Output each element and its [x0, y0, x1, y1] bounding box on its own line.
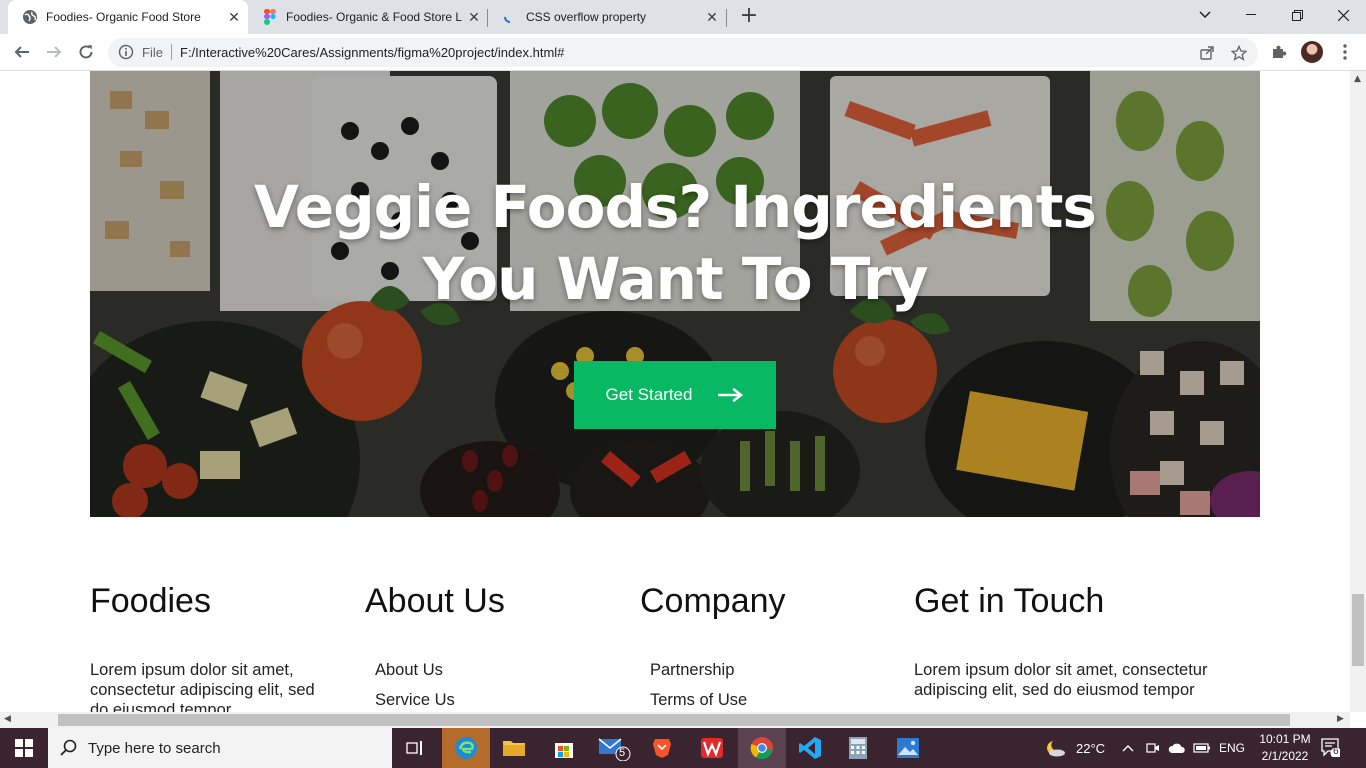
clock-date: 2/1/2022	[1261, 749, 1309, 763]
get-started-label: Get Started	[605, 385, 693, 404]
reload-button[interactable]	[73, 39, 99, 65]
footer-heading-company: Company	[640, 582, 786, 620]
wps-office-icon[interactable]	[688, 728, 736, 768]
taskbar-search-placeholder: Type here to search	[88, 739, 221, 757]
arrow-right-icon	[718, 388, 744, 402]
footer-heading-contact: Get in Touch	[914, 582, 1105, 620]
forward-button[interactable]	[41, 39, 67, 65]
meet-now-icon[interactable]	[1146, 728, 1160, 768]
footer-links-about: About Us Service Us	[375, 660, 455, 712]
microsoft-store-icon[interactable]	[540, 728, 588, 768]
windows-taskbar: Type here to search 5 22°C ENG 10:01 PM …	[0, 728, 1366, 768]
input-language[interactable]: ENG	[1219, 728, 1245, 768]
tab-foodies-organic-food-store[interactable]: Foodies- Organic Food Store ✕	[8, 0, 248, 34]
taskbar-search[interactable]: Type here to search	[48, 728, 392, 768]
page-viewport: Veggie Foods? Ingredients You Want To Tr…	[0, 71, 1350, 712]
omnibox-divider	[171, 44, 172, 60]
windows-logo-icon	[15, 739, 33, 757]
onedrive-cloud-icon[interactable]	[1168, 728, 1186, 768]
footer-col-contact: Get in Touch Lorem ipsum dolor sit amet,…	[914, 581, 1207, 699]
globe-icon	[22, 9, 38, 25]
footer-link-partnership[interactable]: Partnership	[650, 660, 747, 690]
extensions-puzzle-icon[interactable]	[1269, 42, 1289, 62]
close-tab-icon[interactable]: ✕	[704, 9, 720, 25]
weather-moon-cloud-icon	[1047, 741, 1065, 757]
vertical-scroll-thumb[interactable]	[1352, 594, 1364, 666]
vertical-scrollbar[interactable]: ▲	[1350, 71, 1366, 712]
search-icon	[60, 739, 77, 756]
footer: Foodies Lorem ipsum dolor sit amet, cons…	[90, 581, 1260, 712]
get-started-button[interactable]: Get Started	[574, 361, 776, 429]
restore-button[interactable]	[1274, 0, 1320, 30]
edge-browser-icon[interactable]	[442, 728, 490, 768]
footer-links-company: Partnership Terms of Use	[650, 660, 747, 712]
battery-icon[interactable]	[1193, 728, 1211, 768]
scroll-up-icon[interactable]: ▲	[1354, 74, 1361, 84]
show-hidden-icons-chevron[interactable]	[1122, 728, 1134, 768]
close-tab-icon[interactable]: ✕	[466, 9, 482, 25]
close-tab-icon[interactable]: ✕	[226, 9, 242, 25]
chrome-icon[interactable]	[738, 728, 786, 768]
weather-temperature: 22°C	[1076, 740, 1106, 756]
mail-icon[interactable]: 5	[590, 728, 638, 768]
scroll-right-icon[interactable]: ▶	[1337, 714, 1344, 724]
url-scheme-label: File	[142, 45, 163, 60]
footer-link-about-us[interactable]: About Us	[375, 660, 455, 690]
vscode-icon[interactable]	[786, 728, 834, 768]
scroll-left-icon[interactable]: ◀	[4, 714, 11, 724]
share-icon[interactable]	[1199, 45, 1215, 61]
start-button[interactable]	[0, 728, 48, 768]
address-bar[interactable]: File F:/Interactive%20Cares/Assignments/…	[108, 38, 1258, 67]
close-window-button[interactable]	[1320, 0, 1366, 30]
hero-title-line-1: Veggie Foods? Ingredients	[254, 173, 1097, 241]
horizontal-scrollbar[interactable]: ◀ ▶	[0, 712, 1350, 728]
tab-css-overflow-property[interactable]: CSS overflow property ✕	[488, 0, 726, 34]
photos-icon[interactable]	[884, 728, 932, 768]
tab-search-chevron-icon[interactable]	[1182, 0, 1228, 30]
tab-strip: Foodies- Organic Food Store ✕ Foodies- O…	[0, 0, 1366, 34]
mail-badge-count: 5	[619, 747, 626, 759]
bookmark-star-icon[interactable]	[1230, 44, 1248, 61]
tab-title: Foodies- Organic & Food Store L	[286, 10, 463, 24]
footer-text-foodies: Lorem ipsum dolor sit amet, consectetur …	[90, 661, 315, 712]
horizontal-scroll-thumb[interactable]	[58, 714, 1290, 726]
tab-foodies-organic-food-store-l[interactable]: Foodies- Organic & Food Store L ✕	[248, 0, 488, 34]
profile-avatar[interactable]	[1301, 41, 1323, 63]
minimize-button[interactable]	[1228, 0, 1274, 30]
language-label: ENG	[1219, 741, 1246, 755]
new-tab-button[interactable]: +	[737, 5, 761, 29]
clock-time: 10:01 PM	[1259, 732, 1311, 746]
notification-count: 6	[1333, 746, 1339, 757]
tab-title: Foodies- Organic Food Store	[46, 10, 201, 24]
footer-link-terms[interactable]: Terms of Use	[650, 690, 747, 712]
footer-heading-about: About Us	[365, 582, 505, 620]
back-button[interactable]	[9, 39, 35, 65]
footer-text-contact: Lorem ipsum dolor sit amet, consectetur …	[914, 661, 1208, 699]
footer-link-service-us[interactable]: Service Us	[375, 690, 455, 712]
info-icon[interactable]	[118, 44, 134, 60]
tab-title: CSS overflow property	[526, 10, 647, 24]
footer-col-company: Company Partnership Terms of Use	[640, 581, 786, 709]
figma-icon	[262, 9, 278, 25]
footer-col-about: About Us About Us Service Us	[365, 581, 505, 709]
tab-separator	[726, 9, 727, 27]
menu-kebab-icon[interactable]	[1335, 42, 1355, 62]
footer-col-foodies: Foodies Lorem ipsum dolor sit amet, cons…	[90, 581, 315, 712]
url-text[interactable]: F:/Interactive%20Cares/Assignments/figma…	[180, 45, 564, 60]
brave-browser-icon[interactable]	[638, 728, 686, 768]
browser-toolbar: File F:/Interactive%20Cares/Assignments/…	[0, 34, 1366, 71]
file-explorer-icon[interactable]	[490, 728, 538, 768]
hero-title-line-2: You Want To Try	[422, 245, 929, 313]
notification-center-icon[interactable]: 6	[1320, 737, 1348, 761]
calculator-icon[interactable]	[834, 728, 882, 768]
hero-title: Veggie Foods? Ingredients You Want To Tr…	[90, 171, 1260, 315]
hero-banner: Veggie Foods? Ingredients You Want To Tr…	[90, 71, 1260, 517]
footer-heading-foodies: Foodies	[90, 582, 211, 620]
weather-widget[interactable]: 22°C	[1044, 728, 1105, 768]
task-view-icon[interactable]	[392, 728, 440, 768]
loading-icon	[502, 9, 518, 25]
system-clock[interactable]: 10:01 PM 2/1/2022	[1252, 731, 1318, 765]
